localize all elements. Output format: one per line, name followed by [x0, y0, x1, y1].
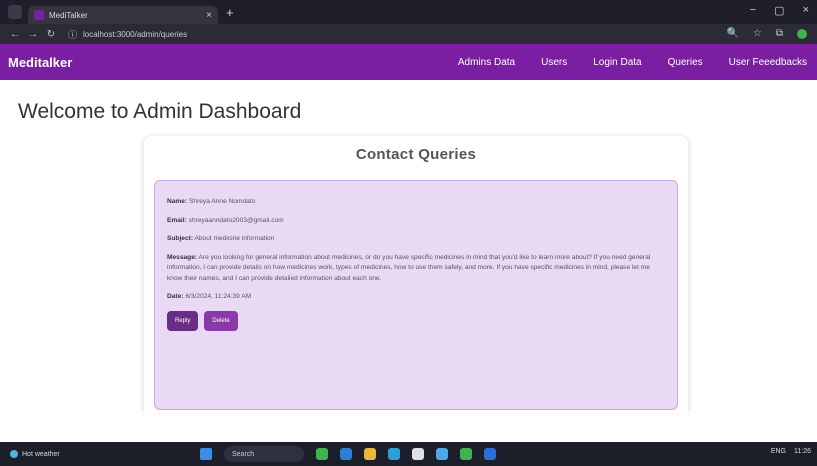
- address-bar: ← → ↻ ⓘ localhost:3000/admin/queries 🔍 ☆…: [0, 24, 817, 44]
- os-taskbar: Hot weather Search ENG 11:26: [0, 442, 817, 466]
- vscode-icon[interactable]: [484, 448, 496, 460]
- taskbar-search[interactable]: Search: [224, 446, 304, 462]
- tab-menu-icon[interactable]: [8, 5, 22, 19]
- close-window-icon[interactable]: ×: [803, 4, 809, 17]
- query-name-row: Name: Shreya Anne Nomdato: [167, 197, 665, 208]
- address-bar-actions: 🔍 ☆ ⧉: [726, 28, 807, 39]
- url-text[interactable]: localhost:3000/admin/queries: [83, 30, 187, 39]
- query-date-row: Date: 6/3/2024, 11:24:39 AM: [167, 292, 665, 303]
- weather-text: Hot weather: [22, 450, 60, 458]
- tab-close-icon[interactable]: ×: [206, 10, 212, 21]
- nav-link-login-data[interactable]: Login Data: [593, 57, 641, 68]
- page-content: Welcome to Admin Dashboard Contact Queri…: [0, 80, 817, 411]
- app-icon-5[interactable]: [412, 448, 424, 460]
- minimize-icon[interactable]: −: [750, 4, 756, 17]
- query-subject-row: Subject: About medicine information: [167, 234, 665, 245]
- query-message-row: Message: Are you looking for general inf…: [167, 253, 665, 285]
- extensions-icon[interactable]: ⧉: [776, 28, 783, 39]
- site-info-icon[interactable]: ⓘ: [68, 28, 77, 41]
- profile-icon[interactable]: [797, 28, 807, 39]
- window-controls: − ▢ ×: [750, 4, 809, 17]
- query-email-row: Email: shreyaanndato2003@gmail.com: [167, 216, 665, 227]
- nav-link-admins-data[interactable]: Admins Data: [458, 57, 515, 68]
- url-field[interactable]: ⓘ localhost:3000/admin/queries: [68, 28, 688, 41]
- email-label: Email:: [167, 216, 187, 224]
- weather-icon: [10, 450, 18, 458]
- delete-button[interactable]: Delete: [204, 310, 238, 331]
- message-label: Message:: [167, 253, 198, 261]
- folder-icon[interactable]: [364, 448, 376, 460]
- tray-clock[interactable]: 11:26: [794, 448, 811, 455]
- brand-logo[interactable]: Meditalker: [8, 55, 72, 70]
- queries-card: Contact Queries Name: Shreya Anne Nomdat…: [144, 136, 688, 411]
- nav-link-user-feedbacks[interactable]: User Feeedbacks: [729, 57, 807, 68]
- tray-language[interactable]: ENG: [771, 448, 786, 455]
- bookmark-star-icon[interactable]: ☆: [753, 28, 762, 39]
- weather-widget[interactable]: Hot weather: [10, 450, 60, 458]
- nav-link-users[interactable]: Users: [541, 57, 567, 68]
- nav-links: Admins Data Users Login Data Queries Use…: [432, 44, 807, 80]
- start-icon[interactable]: [200, 448, 212, 460]
- app-icon-2[interactable]: [340, 448, 352, 460]
- browser-tab-bar: MediTalker × + − ▢ ×: [0, 0, 817, 24]
- edge-icon[interactable]: [388, 448, 400, 460]
- query-date: 6/3/2024, 11:24:39 AM: [185, 293, 252, 301]
- forward-icon[interactable]: →: [26, 29, 40, 40]
- query-subject: About medicine information: [194, 235, 275, 243]
- app-navbar: Meditalker Admins Data Users Login Data …: [0, 44, 817, 80]
- page-title: Welcome to Admin Dashboard: [18, 100, 302, 123]
- favicon-icon: [34, 10, 44, 20]
- query-email: shreyaanndato2003@gmail.com: [188, 216, 284, 224]
- reload-icon[interactable]: ↻: [44, 29, 58, 40]
- tab-title: MediTalker: [49, 10, 88, 20]
- app-icon-6[interactable]: [436, 448, 448, 460]
- restore-icon[interactable]: ▢: [774, 4, 784, 17]
- card-title: Contact Queries: [355, 146, 477, 163]
- query-item: Name: Shreya Anne Nomdato Email: shreyaa…: [154, 180, 678, 410]
- nav-link-queries[interactable]: Queries: [668, 57, 703, 68]
- system-tray: ENG 11:26: [771, 448, 811, 455]
- taskbar-apps: Search: [200, 446, 496, 462]
- query-message: Are you looking for general information …: [167, 253, 651, 282]
- subject-label: Subject:: [167, 235, 194, 243]
- query-name: Shreya Anne Nomdato: [189, 198, 256, 205]
- name-label: Name:: [167, 198, 188, 205]
- back-icon[interactable]: ←: [8, 29, 22, 40]
- chrome-icon[interactable]: [460, 448, 472, 460]
- zoom-icon[interactable]: 🔍: [726, 28, 738, 39]
- app-icon-1[interactable]: [316, 448, 328, 460]
- query-actions: Reply Delete: [167, 310, 665, 331]
- browser-tab[interactable]: MediTalker ×: [28, 6, 218, 24]
- date-label: Date:: [167, 293, 184, 301]
- new-tab-button[interactable]: +: [226, 5, 234, 20]
- reply-button[interactable]: Reply: [167, 310, 199, 331]
